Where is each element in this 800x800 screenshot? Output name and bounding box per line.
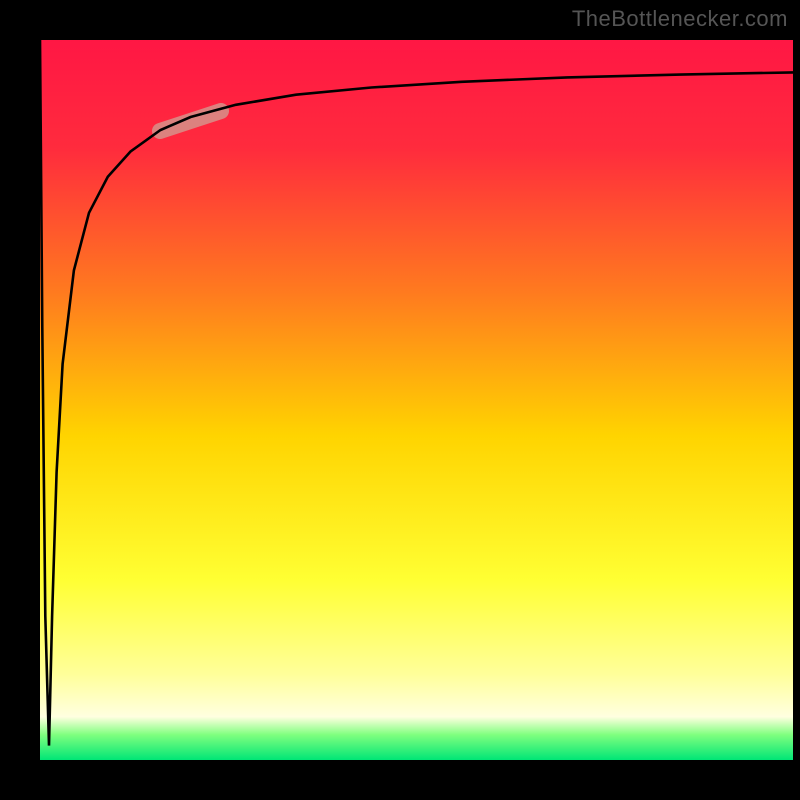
watermark-text: TheBottlenecker.com: [572, 6, 788, 32]
chart-svg: [40, 40, 793, 760]
plot-area: [40, 40, 793, 760]
gradient-background: [40, 40, 793, 760]
chart-container: TheBottlenecker.com: [0, 0, 800, 800]
